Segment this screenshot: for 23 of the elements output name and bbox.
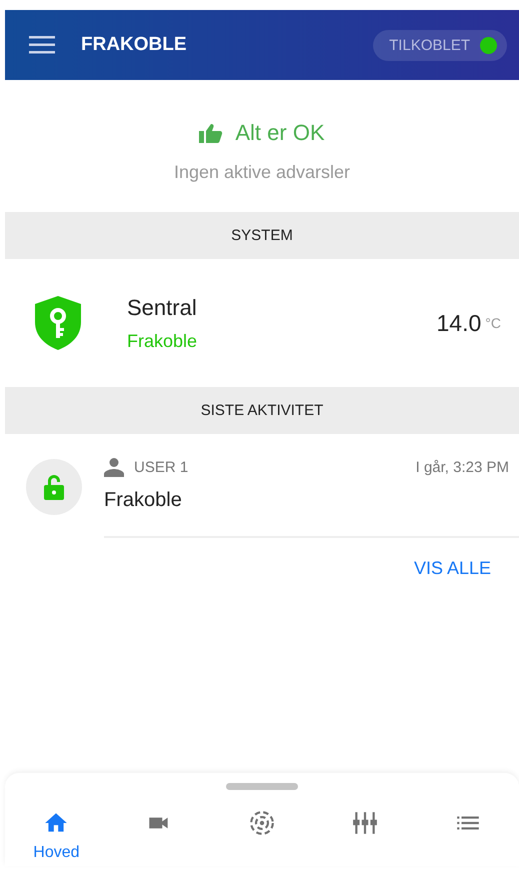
section-header: SYSTEM — [5, 212, 519, 259]
user-icon — [104, 457, 124, 477]
nav-tab[interactable]: Hoved — [5, 810, 108, 862]
equalizer-icon — [352, 810, 378, 836]
status-title: Alt er OK — [235, 120, 325, 146]
thumbs-up-icon — [199, 123, 224, 143]
activity-time: I går, 3:23 PM — [416, 458, 509, 476]
device-state: Frakoble — [127, 330, 198, 352]
menu-icon[interactable] — [29, 36, 55, 54]
activity-action: Frakoble — [104, 489, 183, 512]
status-subtitle: Ingen aktive advarsler — [174, 162, 350, 183]
padlock-icon — [44, 474, 64, 500]
sensor-icon — [248, 810, 275, 836]
drag-handle[interactable] — [226, 783, 298, 790]
device-name: Sentral — [127, 294, 198, 320]
temperature-unit: °C — [485, 315, 501, 331]
activity-user: USER 1 — [134, 458, 190, 476]
status-label: TILKOBLET — [389, 36, 470, 54]
section-header: SISTE AKTIVITET — [5, 387, 519, 434]
header-title: FRAKOBLE — [81, 34, 188, 56]
shield-key-icon — [35, 296, 81, 350]
temperature-value: 14.0 — [436, 310, 482, 336]
view-all-link[interactable]: VIS ALLE — [414, 558, 491, 579]
